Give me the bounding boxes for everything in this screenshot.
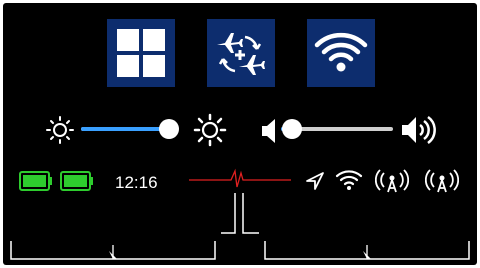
battery-icon: [19, 171, 52, 191]
brightness-knob[interactable]: [159, 119, 179, 139]
bottom-brackets: [10, 241, 470, 260]
windows-tile[interactable]: [107, 19, 175, 87]
wifi-tile[interactable]: [307, 19, 375, 87]
wifi-icon: [314, 32, 368, 72]
sun-large-icon: [193, 113, 227, 147]
sun-small-icon: [46, 116, 74, 144]
volume-knob[interactable]: [282, 119, 302, 139]
speaker-high-icon: [402, 115, 436, 145]
brightness-fill: [81, 127, 169, 131]
airplane-sync-icon: [217, 33, 265, 75]
speaker-low-icon: [262, 119, 275, 143]
wifi-small-icon: [335, 170, 363, 190]
signal-graph: [189, 168, 291, 234]
clock-time: 12:16: [115, 173, 158, 192]
signal-tower-icon: [425, 169, 459, 193]
airplane-sync-tile[interactable]: [207, 19, 275, 87]
signal-tower-icon: [375, 169, 409, 193]
windows-grid-icon: [117, 29, 165, 77]
location-arrow-icon: [306, 172, 324, 190]
battery-icon: [60, 171, 93, 191]
quick-settings-panel: 12:16: [3, 3, 477, 265]
